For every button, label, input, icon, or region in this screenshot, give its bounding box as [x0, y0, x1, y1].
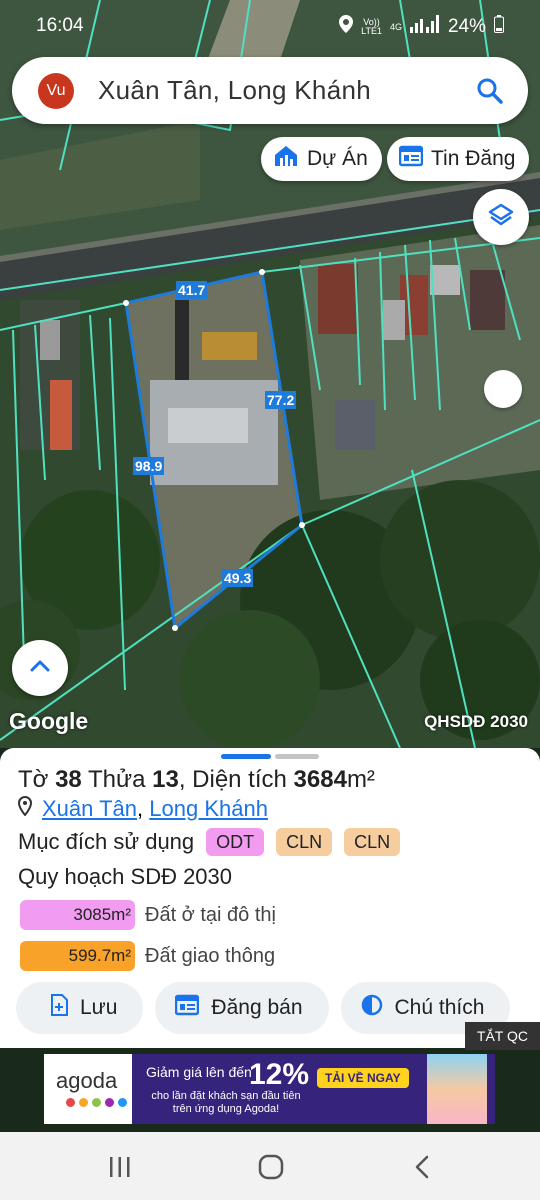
- add-file-icon: [50, 994, 68, 1022]
- edge-length-right: 77.2: [265, 391, 297, 409]
- listings-chip[interactable]: Tin Đăng: [387, 137, 530, 181]
- purpose-tag-cln[interactable]: CLN: [344, 828, 401, 856]
- google-attribution: Google: [9, 708, 89, 734]
- home-icon[interactable]: [258, 1154, 284, 1187]
- back-icon[interactable]: [414, 1154, 430, 1187]
- ad-discount: 12%: [249, 1058, 310, 1091]
- agoda-ad-banner[interactable]: agoda Giảm giá lên đến 12% TẢI VỀ NGAY c…: [44, 1054, 495, 1124]
- search-bar[interactable]: Vu Xuân Tân, Long Khánh: [12, 57, 528, 124]
- newspaper-icon: [175, 994, 200, 1022]
- system-nav-bar: [0, 1132, 540, 1200]
- projects-chip-label: Dự Án: [307, 147, 368, 170]
- action-row: Lưu Đăng bán Chú thích: [16, 982, 511, 1034]
- search-icon[interactable]: [470, 71, 510, 111]
- battery-percent: 24%: [447, 16, 486, 37]
- home-chart-icon: [273, 144, 299, 174]
- lte-label: LTE1: [361, 26, 382, 36]
- ad-headline: Giảm giá lên đến: [146, 1064, 252, 1080]
- parcel-location: Xuân Tân, Long Khánh: [17, 795, 268, 822]
- agoda-logo: agoda: [44, 1054, 132, 1124]
- commune-link[interactable]: Xuân Tân: [42, 796, 137, 821]
- map-control-button[interactable]: [484, 370, 522, 408]
- plan-area-bar: 599.7m²: [20, 941, 135, 971]
- location-separator: ,: [137, 796, 144, 821]
- post-for-sale-label: Đăng bán: [211, 996, 303, 1019]
- plan-label: Đất giao thông: [145, 944, 276, 967]
- land-use-purpose: Mục đích sử dụng ODT CLN CLN: [18, 828, 401, 856]
- map-view[interactable]: 41.7 77.2 98.9 49.3 16:04 Vo)) LTE1 4G 2…: [0, 0, 540, 748]
- status-time: 16:04: [36, 15, 84, 36]
- area-label: Diện tích: [192, 766, 287, 793]
- sheet-number: 38: [55, 766, 82, 793]
- city-link[interactable]: Long Khánh: [149, 796, 268, 821]
- edge-length-left: 98.9: [133, 457, 165, 475]
- map-layer-label: QHSDĐ 2030: [424, 712, 528, 731]
- map-pin-icon: [17, 795, 33, 822]
- layers-button[interactable]: [473, 189, 529, 245]
- ad-subline: cho lần đặt khách sạn đầu tiên trên ứng …: [151, 1090, 301, 1115]
- plan-title: Quy hoạch SDĐ 2030: [18, 864, 233, 889]
- ad-cta-button[interactable]: TẢI VỀ NGAY: [317, 1068, 409, 1088]
- status-bar: 16:04 Vo)) LTE1 4G 24%: [0, 0, 540, 52]
- save-label: Lưu: [80, 996, 118, 1019]
- chevron-up-icon: [29, 659, 51, 678]
- ad-person-image: [427, 1054, 487, 1124]
- sheet-handle-active[interactable]: [221, 754, 271, 759]
- lot-number: 13: [152, 766, 179, 793]
- plan-label: Đất ở tại đô thị: [145, 903, 276, 926]
- recent-apps-icon[interactable]: [108, 1154, 132, 1185]
- edge-length-bottom: 49.3: [222, 569, 254, 587]
- lot-label: Thửa: [88, 766, 146, 793]
- purpose-label: Mục đích sử dụng: [18, 829, 195, 854]
- parcel-info-sheet: Tờ 38 Thửa 13, Diện tích 3684m² Xuân Tân…: [0, 748, 540, 1048]
- purpose-tag-cln[interactable]: CLN: [276, 828, 333, 856]
- newspaper-icon: [398, 145, 424, 173]
- sheet-label: Tờ: [18, 766, 49, 793]
- expand-sheet-button[interactable]: [12, 640, 68, 696]
- agoda-dots: [66, 1098, 127, 1107]
- network-type: 4G: [389, 21, 402, 32]
- layers-icon: [488, 202, 514, 233]
- avatar[interactable]: Vu: [38, 72, 74, 109]
- search-query[interactable]: Xuân Tân, Long Khánh: [98, 75, 470, 106]
- projects-chip[interactable]: Dự Án: [261, 137, 382, 181]
- purpose-tag-odt[interactable]: ODT: [206, 828, 265, 856]
- plan-area-bar: 3085m²: [20, 900, 135, 930]
- sheet-handle-inactive[interactable]: [275, 754, 319, 759]
- save-button[interactable]: Lưu: [16, 982, 144, 1034]
- contrast-icon: [361, 994, 383, 1022]
- legend-label: Chú thích: [394, 996, 485, 1019]
- edge-length-top: 41.7: [176, 281, 208, 299]
- location-icon: [339, 15, 354, 39]
- battery-icon: [494, 15, 504, 39]
- post-for-sale-button[interactable]: Đăng bán: [155, 982, 329, 1034]
- parcel-title: Tờ 38 Thửa 13, Diện tích 3684m²: [18, 766, 375, 793]
- volte-indicator: Vo)) LTE1: [361, 18, 382, 36]
- signal-icon: [409, 15, 440, 39]
- hide-ads-button[interactable]: TẮT QC: [464, 1022, 540, 1050]
- area-value: 3684: [293, 766, 347, 793]
- area-unit: m²: [346, 766, 375, 793]
- plan-row-residential: 3085m² Đất ở tại đô thị: [20, 900, 276, 930]
- listings-chip-label: Tin Đăng: [431, 147, 516, 170]
- agoda-wordmark: agoda: [56, 1068, 118, 1093]
- plan-row-transport: 599.7m² Đất giao thông: [20, 941, 275, 971]
